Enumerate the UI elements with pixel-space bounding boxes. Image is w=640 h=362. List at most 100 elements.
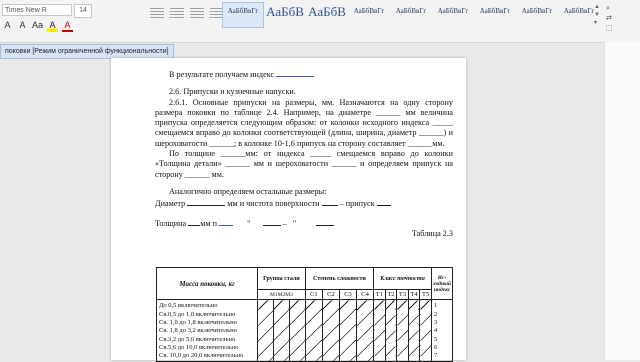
complexity-c1: С1 [304,289,323,300]
thickness-result-blank [316,217,335,226]
col-group: Группа стали [257,267,306,290]
thickness-blank [188,217,201,226]
style-preview: АаБбВвГг [395,7,427,15]
section-title: 2.6. Припуски и кузнечные напуски. [169,87,296,97]
diameter-line: Диаметр мм и чистота поверхности – припу… [155,197,453,209]
ribbon: Times New R 14 A A Aa A A АаБбВвГг АаБбВ А… [0,0,640,43]
style-tile[interactable]: АаБбВвГг [348,2,390,28]
styles-gallery: АаБбВвГг АаБбВ АаБбВ АаБбВвГг АаБбВвГг АаБбВв… [222,2,600,28]
nomogram-cell [419,299,432,362]
style-preview: АаБбВвГг [563,7,595,15]
paragraph-similarly: Аналогично определяем остальные размеры: [169,186,327,196]
finish-blank [321,197,338,207]
nomogram-cell [272,299,290,362]
style-tile[interactable]: АаБбВвГг [222,2,264,28]
nomogram-cell [288,299,306,362]
align-right-icon[interactable] [190,8,204,20]
title-mode-strip: поковки [Режим ограниченной функциональн… [0,44,174,59]
complexity-c2: С2 [321,289,340,300]
document-body: В результате получаем индекс 2.6. Припус… [155,68,453,239]
style-tile[interactable]: АаБбВвГг [432,2,474,28]
format-buttons: A A Aa A A [2,20,73,32]
table-row: До 0,5 включительно [159,302,218,310]
col-mass: Масса поковки, кг [156,267,258,300]
col-complexity: Степень сложности [304,267,375,290]
result-line: В результате получаем индекс [169,68,453,80]
style-tile[interactable]: АаБбВ [264,2,306,28]
index-table: Масса поковки, кг Группа стали Степень с… [156,267,453,362]
style-preview: АаБбВ [266,4,304,19]
diameter-blank [187,197,226,207]
index-number: 5 [434,335,438,343]
style-preview: АаБбВвГг [227,7,259,15]
nomogram-cell [257,299,274,362]
index-number: 6 [434,343,438,351]
font-size-combobox[interactable]: 14 [74,4,92,18]
replace-icon[interactable]: ⇄ [606,14,613,24]
style-tile[interactable]: АаБбВвГг [516,2,558,28]
table-row: Св. 1,8 до 3,2 включительно [159,327,237,335]
table-caption: Таблица 2.3 [411,228,453,238]
allowance-blank [376,197,391,207]
accuracy-t4: Т4 [407,289,421,300]
index-number: 3 [434,319,438,327]
editing-group: ⌕ ⇄ ⬚ [606,4,613,34]
index-number: 7 [434,352,438,360]
thickness-line: Толщина мм п " – " [155,217,453,229]
table-row: Св.5,6 до 10,0 включительно [159,343,239,351]
grow-font-button[interactable]: A [2,20,13,32]
highlight-color-button[interactable]: A [47,20,58,32]
nomogram-cell [321,299,340,362]
thickness-finish-blank [262,217,281,226]
col-index: Ис-ходный индекс [431,267,453,300]
align-center-icon[interactable] [170,8,184,20]
nomogram-cell [396,299,409,362]
nomogram-cell [407,299,421,362]
nomogram-cell [373,299,386,362]
accuracy-t5: Т5 [419,289,432,300]
align-left-icon[interactable] [150,8,164,20]
style-preview: АаБбВвГг [521,7,553,15]
style-tile[interactable]: АаБбВвГг [474,2,516,28]
accuracy-t3: Т3 [396,289,409,300]
paragraph-thickness: По толщине ______мм: от индекса _____ см… [155,149,453,179]
index-number: 1 [434,302,438,310]
col-accuracy: Класс точности [373,267,432,290]
change-case-button[interactable]: Aa [32,20,43,32]
shrink-font-button[interactable]: A [17,20,28,32]
paragraph-buttons [150,8,224,20]
style-preview: АаБбВвГг [353,7,385,15]
nomogram-cell [338,299,358,362]
style-preview: АаБбВ [308,4,346,19]
accuracy-t2: Т2 [384,289,398,300]
group-sub: М1М2М3 [257,289,306,300]
styles-scroll[interactable]: ▲ ▼ ▾ [594,3,602,27]
table-row: Св.0,5 до 1,0 включительно [159,310,236,318]
index-number: 2 [434,310,438,318]
nomogram-cell [356,299,375,362]
complexity-c3: С3 [338,289,358,300]
nomogram-cell [384,299,398,362]
document-page[interactable]: В результате получаем индекс 2.6. Припус… [111,58,466,362]
select-icon[interactable]: ⬚ [606,24,613,34]
font-color-button[interactable]: A [62,20,73,32]
index-numbers: 1 2 3 4 5 6 7 [431,299,453,362]
paragraph-2-6-1: 2.6.1. Основные припуски на размеры, мм.… [155,97,453,148]
index-number: 4 [434,327,438,335]
table-row: Св.3,2 до 5,6 включительно [159,335,236,343]
accuracy-t1: Т1 [373,289,386,300]
style-tile[interactable]: АаБбВ [306,2,348,28]
table-row: Св. 10,0 до 20,0 включительно [159,352,244,360]
complexity-c4: С4 [356,289,375,300]
thickness-allowance-blank [219,217,234,226]
find-icon[interactable]: ⌕ [606,4,613,14]
style-preview: АаБбВвГг [479,7,511,15]
right-side-panel [604,42,640,360]
style-preview: АаБбВвГг [437,7,469,15]
table-row: Св. 1,0 до 1,8 включительно [159,319,237,327]
font-name-combobox[interactable]: Times New R [2,4,72,16]
nomogram-cell [304,299,323,362]
index-blank [276,68,315,77]
mass-rows: До 0,5 включительно Св.0,5 до 1,0 включи… [156,299,258,362]
style-tile[interactable]: АаБбВвГг [390,2,432,28]
